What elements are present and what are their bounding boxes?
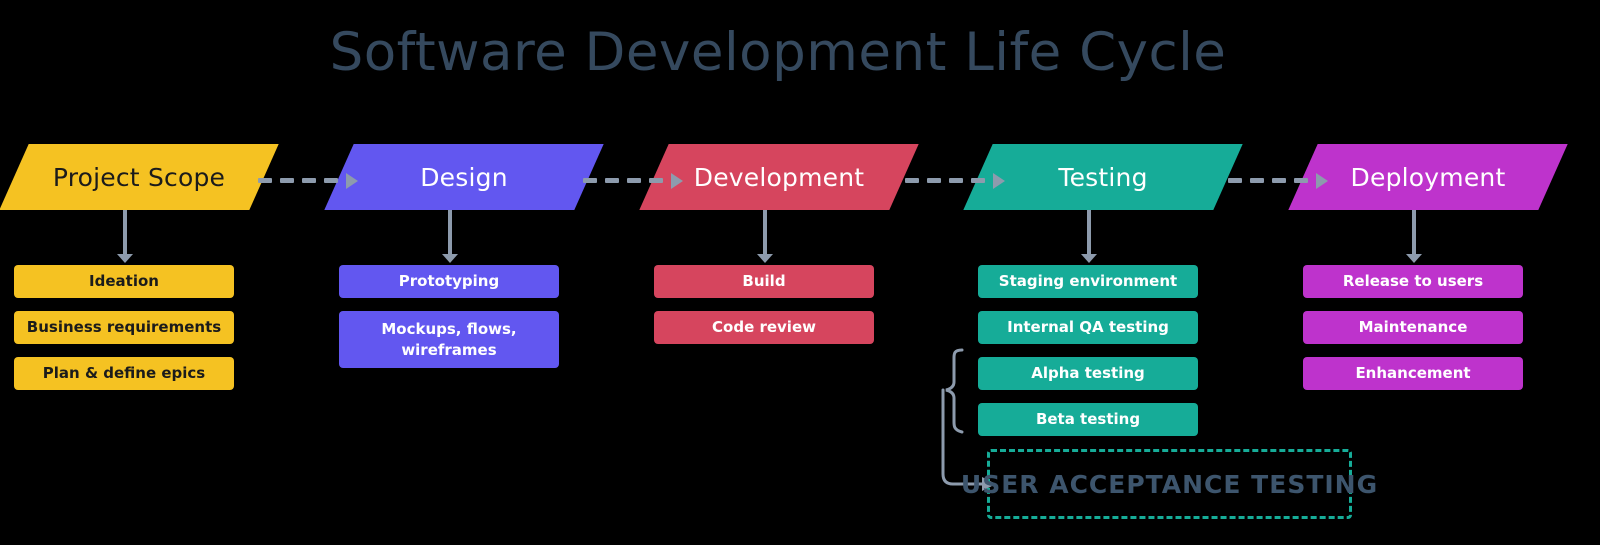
uat-label: USER ACCEPTANCE TESTING bbox=[960, 469, 1379, 499]
stage-connector-line bbox=[1087, 210, 1091, 258]
stage-column-development: Development Build Code review bbox=[639, 144, 919, 344]
stage-connector-line bbox=[448, 210, 452, 258]
diagram-canvas: Software Development Life Cycle Project … bbox=[0, 0, 1600, 545]
stage-connector-arrowhead bbox=[117, 254, 133, 263]
stage-header-2[interactable]: Development bbox=[639, 144, 919, 210]
stage-header-4[interactable]: Deployment bbox=[1288, 144, 1568, 210]
stage-item[interactable]: Alpha testing bbox=[978, 357, 1198, 390]
flow-arrow-dash bbox=[302, 178, 316, 183]
stage-item[interactable]: Enhancement bbox=[1303, 357, 1523, 390]
flow-arrow-dash bbox=[324, 178, 338, 183]
stage-items: Prototyping Mockups, flows, wireframes bbox=[339, 265, 559, 381]
stage-item[interactable]: Internal QA testing bbox=[978, 311, 1198, 344]
stage-connector-arrowhead bbox=[442, 254, 458, 263]
flow-arrow-dash bbox=[627, 178, 641, 183]
stage-item[interactable]: Release to users bbox=[1303, 265, 1523, 298]
stage-items: Release to users Maintenance Enhancement bbox=[1303, 265, 1523, 403]
page-title: Software Development Life Cycle bbox=[329, 22, 1227, 83]
flow-arrow-head bbox=[1316, 172, 1328, 189]
flow-arrow-dash bbox=[649, 178, 663, 183]
flow-arrow-head bbox=[346, 172, 358, 189]
flow-arrow-3 bbox=[905, 172, 1005, 189]
stage-item[interactable]: Ideation bbox=[14, 265, 234, 298]
stage-item[interactable]: Prototyping bbox=[339, 265, 559, 298]
stage-title: Project Scope bbox=[52, 162, 226, 192]
stage-title: Development bbox=[693, 162, 865, 192]
stage-item[interactable]: Staging environment bbox=[978, 265, 1198, 298]
flow-arrow-dash bbox=[280, 178, 294, 183]
stage-header-0[interactable]: Project Scope bbox=[0, 144, 279, 210]
stage-connector-line bbox=[1412, 210, 1416, 258]
stage-item[interactable]: Plan & define epics bbox=[14, 357, 234, 390]
stage-column-testing: Testing Staging environment Internal QA te… bbox=[963, 144, 1243, 436]
stage-column-project-scope: Project Scope Ideation Business requiremen… bbox=[0, 144, 279, 390]
user-acceptance-testing-box: USER ACCEPTANCE TESTING bbox=[961, 449, 1377, 519]
stage-title: Design bbox=[420, 162, 508, 192]
flow-arrow-dash bbox=[971, 178, 985, 183]
stage-items: Ideation Business requirements Plan & defi… bbox=[14, 265, 234, 403]
stage-item[interactable]: Beta testing bbox=[978, 403, 1198, 436]
stage-connector-line bbox=[763, 210, 767, 258]
stage-header-3[interactable]: Testing bbox=[963, 144, 1243, 210]
flow-arrow-2 bbox=[583, 172, 683, 189]
flow-arrow-head bbox=[671, 172, 683, 189]
flow-arrow-dash bbox=[1294, 178, 1308, 183]
flow-arrow-dash bbox=[1272, 178, 1286, 183]
stage-item[interactable]: Business requirements bbox=[14, 311, 234, 344]
stage-connector-line bbox=[123, 210, 127, 258]
stage-column-deployment: Deployment Release to users Maintenance Enh… bbox=[1288, 144, 1568, 390]
flow-arrow-4 bbox=[1228, 172, 1328, 189]
stage-column-design: Design Prototyping Mockups, flows, wirefra… bbox=[324, 144, 604, 368]
stage-items: Build Code review bbox=[654, 265, 874, 357]
stage-title: Deployment bbox=[1350, 162, 1506, 192]
stage-item[interactable]: Mockups, flows, wireframes bbox=[339, 311, 559, 368]
flow-arrow-dash bbox=[1250, 178, 1264, 183]
flow-arrow-head bbox=[993, 172, 1005, 189]
stage-item[interactable]: Build bbox=[654, 265, 874, 298]
flow-arrow-dash bbox=[927, 178, 941, 183]
stage-connector-arrowhead bbox=[757, 254, 773, 263]
flow-arrow-dash bbox=[1228, 178, 1242, 183]
flow-arrow-dash bbox=[905, 178, 919, 183]
stage-items: Staging environment Internal QA testing Al… bbox=[978, 265, 1198, 449]
flow-arrow-1 bbox=[258, 172, 358, 189]
stage-title: Testing bbox=[1058, 162, 1148, 192]
flow-arrow-dash bbox=[949, 178, 963, 183]
stage-item[interactable]: Code review bbox=[654, 311, 874, 344]
flow-arrow-dash bbox=[605, 178, 619, 183]
stage-header-1[interactable]: Design bbox=[324, 144, 604, 210]
flow-arrow-dash bbox=[583, 178, 597, 183]
stage-item[interactable]: Maintenance bbox=[1303, 311, 1523, 344]
stage-connector-arrowhead bbox=[1081, 254, 1097, 263]
stage-connector-arrowhead bbox=[1406, 254, 1422, 263]
flow-arrow-dash bbox=[258, 178, 272, 183]
